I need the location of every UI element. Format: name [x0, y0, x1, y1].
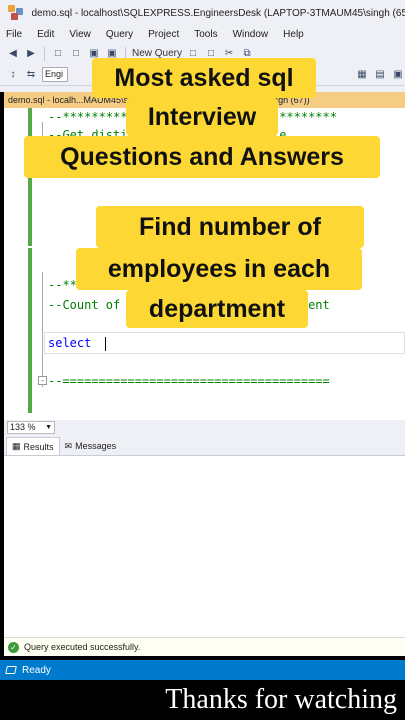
- text-caret: [104, 336, 106, 351]
- menu-view[interactable]: View: [69, 29, 91, 40]
- messages-icon: ✉: [64, 440, 73, 451]
- new-project-icon[interactable]: □: [51, 47, 65, 61]
- overlay-question-line-2: employees in each: [76, 248, 362, 290]
- status-bar: Ready: [0, 660, 405, 680]
- chevron-down-icon: ▼: [45, 424, 52, 431]
- change-connection-icon[interactable]: ⇆: [24, 68, 38, 82]
- overlay-heading-line-1: Most asked sql: [92, 58, 316, 98]
- title-bar: demo.sql - localhost\SQLEXPRESS.Engineer…: [0, 0, 405, 26]
- grid-icon: ▦: [12, 441, 21, 451]
- menu-window[interactable]: Window: [233, 29, 269, 40]
- ssms-app-icon: [8, 5, 23, 21]
- menu-help[interactable]: Help: [283, 29, 304, 40]
- footer-caption: Thanks for watching: [165, 684, 397, 715]
- results-tab-strip: ▦ Results ✉ Messages: [4, 435, 405, 455]
- query-status-text: Query executed successfully.: [24, 642, 141, 652]
- menu-file[interactable]: File: [6, 29, 22, 40]
- menu-query[interactable]: Query: [106, 29, 133, 40]
- results-to-grid-icon[interactable]: ▦: [355, 68, 369, 82]
- tab-messages-label: Messages: [75, 441, 117, 451]
- code-line-select: select: [48, 336, 106, 351]
- zoom-selector[interactable]: 133 % ▼: [7, 421, 55, 434]
- status-text: Ready: [22, 664, 51, 676]
- menu-edit[interactable]: Edit: [37, 29, 54, 40]
- tab-messages[interactable]: ✉ Messages: [60, 437, 122, 455]
- database-selector[interactable]: Engi: [42, 67, 68, 82]
- menu-project[interactable]: Project: [148, 29, 179, 40]
- fold-guide: [42, 272, 43, 387]
- tab-results-label: Results: [23, 441, 54, 452]
- results-to-text-icon[interactable]: ▤: [373, 68, 387, 82]
- open-file-icon[interactable]: □: [69, 47, 83, 61]
- forward-icon[interactable]: ▶: [24, 47, 38, 61]
- zoom-bar: 133 % ▼: [4, 420, 405, 435]
- back-icon[interactable]: ◀: [6, 47, 20, 61]
- menu-tools[interactable]: Tools: [194, 29, 217, 40]
- code-line: --=====================================: [48, 374, 330, 388]
- menu-bar: File Edit View Query Project Tools Windo…: [0, 26, 405, 43]
- query-status-bar: ✓ Query executed successfully.: [4, 637, 405, 656]
- success-check-icon: ✓: [8, 641, 19, 653]
- overlay-question-line-3: department: [126, 290, 308, 328]
- tab-results[interactable]: ▦ Results: [6, 437, 60, 455]
- change-tracking-bar: [28, 248, 32, 413]
- overlay-heading-line-3: Questions and Answers: [24, 136, 380, 178]
- zoom-value: 133 %: [10, 422, 36, 432]
- results-to-file-icon[interactable]: ▣: [391, 68, 405, 82]
- connect-icon[interactable]: ↕: [6, 68, 20, 82]
- ready-icon: [5, 666, 17, 674]
- overlay-heading-line-2: Interview: [126, 98, 278, 136]
- toolbar-separator: [44, 46, 45, 61]
- overlay-question-line-1: Find number of: [96, 206, 364, 248]
- results-pane[interactable]: [4, 455, 405, 637]
- collapse-toggle[interactable]: -: [38, 376, 47, 385]
- window-title: demo.sql - localhost\SQLEXPRESS.Engineer…: [31, 7, 405, 19]
- select-keyword: select: [48, 336, 99, 350]
